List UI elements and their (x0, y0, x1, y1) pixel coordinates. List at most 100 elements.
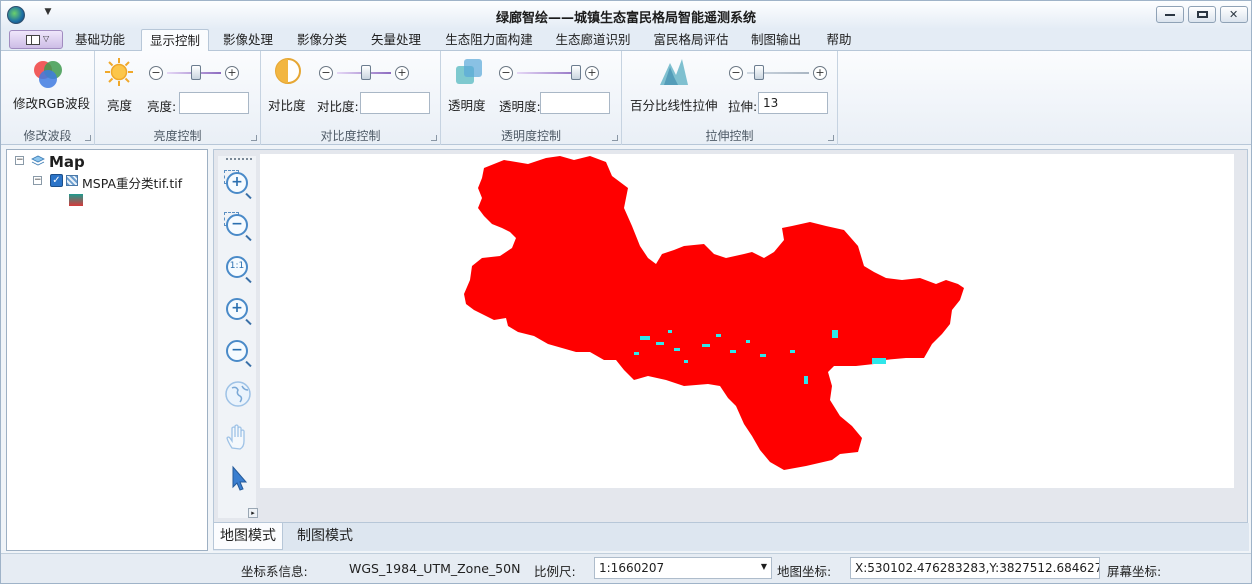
screen-coordinates-label: 屏幕坐标: (1107, 564, 1162, 579)
tab-help[interactable]: 帮助 (817, 29, 861, 51)
rgb-bands-button[interactable]: 修改RGB波段 (5, 53, 91, 125)
tab-image-processing[interactable]: 影像处理 (217, 29, 279, 51)
rgb-circles-icon (34, 61, 62, 88)
map-root-label[interactable]: Map (49, 153, 85, 171)
tab-resistance-surface[interactable]: 生态阻力面构建 (438, 29, 540, 51)
raster-layer-icon (66, 175, 78, 186)
water-patch (746, 340, 750, 343)
tab-basic[interactable]: 基础功能 (69, 29, 131, 51)
layer-legend-swatch (69, 194, 83, 206)
maximize-button[interactable] (1188, 6, 1216, 23)
contrast-button[interactable]: 对比度 (265, 55, 313, 113)
zoom-in-icon: + (226, 172, 248, 194)
mspa-raster-layer (464, 156, 964, 470)
scale-value: 1:1660207 (599, 561, 665, 575)
collapse-toggle-icon[interactable]: − (15, 156, 24, 165)
layer-tree-panel: − Map − ✓ MSPA重分类tif.tif (6, 149, 208, 551)
increase-icon[interactable]: + (395, 66, 409, 80)
decrease-icon[interactable]: − (499, 66, 513, 80)
zoom-actual-size-icon: 1:1 (226, 256, 248, 278)
transparency-input[interactable] (540, 92, 610, 114)
tab-display-control[interactable]: 显示控制 (141, 29, 209, 52)
transparency-icon (456, 59, 482, 84)
brightness-field-label: 亮度: (147, 99, 177, 114)
box-zoom-out-tool[interactable]: − (224, 212, 252, 240)
ribbon-tab-bar: ▽ 基础功能 显示控制 影像处理 影像分类 矢量处理 生态阻力面构建 生态廊道识… (1, 29, 1251, 52)
dialog-launcher-icon[interactable] (431, 135, 437, 141)
stretch-input[interactable]: 13 (758, 92, 828, 114)
percent-stretch-label: 百分比线性拉伸 (630, 98, 718, 113)
slider-thumb[interactable] (571, 65, 581, 80)
minimize-icon (1165, 14, 1175, 16)
decrease-icon[interactable]: − (729, 66, 743, 80)
transparency-button[interactable]: 透明度 (445, 55, 493, 113)
brightness-slider[interactable]: − + (149, 65, 239, 81)
tab-layout-mode[interactable]: 制图模式 (291, 523, 359, 550)
water-patch (730, 350, 736, 353)
decrease-icon[interactable]: − (149, 66, 163, 80)
group-label: 对比度控制 (320, 129, 381, 143)
decrease-icon[interactable]: − (319, 66, 333, 80)
box-zoom-in-tool[interactable]: + (224, 170, 252, 198)
tab-map-output[interactable]: 制图输出 (745, 29, 807, 51)
contrast-input[interactable] (360, 92, 430, 114)
raster-red-region (464, 156, 964, 470)
water-patch (872, 358, 886, 364)
tab-map-mode[interactable]: 地图模式 (213, 523, 283, 550)
document-icon (26, 35, 40, 45)
dialog-launcher-icon[interactable] (251, 135, 257, 141)
close-button[interactable]: ✕ (1220, 6, 1248, 23)
stretch-field-label: 拉伸: (728, 99, 758, 114)
slider-thumb[interactable] (753, 65, 764, 80)
water-patch (668, 330, 672, 333)
water-patch (832, 330, 838, 338)
layer-name-label[interactable]: MSPA重分类tif.tif (82, 173, 182, 192)
select-tool[interactable] (224, 464, 252, 492)
close-icon: ✕ (1229, 8, 1239, 21)
contrast-slider[interactable]: − + (319, 65, 409, 81)
water-patch (804, 376, 808, 384)
contrast-field-label: 对比度: (317, 99, 359, 114)
map-canvas[interactable] (260, 154, 1234, 488)
dialog-launcher-icon[interactable] (612, 135, 618, 141)
increase-icon[interactable]: + (585, 66, 599, 80)
stretch-slider[interactable]: − + (729, 65, 827, 81)
increase-icon[interactable]: + (225, 66, 239, 80)
chevron-down-icon: ▼ (760, 562, 767, 571)
slider-thumb[interactable] (191, 65, 202, 80)
layer-visibility-checkbox[interactable]: ✓ (50, 174, 63, 187)
actual-scale-tool[interactable]: 1:1 (224, 254, 252, 282)
tab-corridor-identification[interactable]: 生态廊道识别 (549, 29, 637, 51)
tab-vector-processing[interactable]: 矢量处理 (365, 29, 427, 51)
brightness-input[interactable] (179, 92, 249, 114)
brightness-button[interactable]: 亮度 (101, 55, 137, 113)
water-patch (656, 342, 664, 345)
sun-icon (105, 58, 133, 86)
brightness-button-label: 亮度 (107, 98, 133, 113)
minimize-button[interactable] (1156, 6, 1184, 23)
status-bar: 坐标系信息: WGS_1984_UTM_Zone_50N 比例尺: 1:1660… (1, 553, 1251, 583)
increase-icon[interactable]: + (813, 66, 827, 80)
dialog-launcher-icon[interactable] (85, 135, 91, 141)
tab-pattern-evaluation[interactable]: 富民格局评估 (647, 29, 735, 51)
map-toolbar: + − 1:1 + − ▸ (218, 156, 258, 518)
fixed-zoom-out-tool[interactable]: − (224, 338, 252, 366)
collapse-toggle-icon[interactable]: − (33, 176, 42, 185)
toolbar-scroll-button[interactable]: ▸ (248, 508, 258, 518)
application-menu-button[interactable]: ▽ (9, 30, 63, 49)
full-extent-tool[interactable] (224, 380, 252, 408)
percent-stretch-button[interactable]: 百分比线性拉伸 (626, 55, 722, 113)
zoom-out-icon: − (226, 340, 248, 362)
scale-dropdown[interactable]: 1:1660207 ▼ (594, 557, 772, 579)
slider-thumb[interactable] (361, 65, 372, 80)
map-view[interactable]: + − 1:1 + − ▸ (213, 149, 1248, 523)
tab-image-classification[interactable]: 影像分类 (291, 29, 353, 51)
toolbar-grip[interactable] (226, 158, 252, 160)
group-label: 拉伸控制 (705, 129, 754, 143)
transparency-slider[interactable]: − + (499, 65, 599, 81)
dialog-launcher-icon[interactable] (828, 135, 834, 141)
crs-label: 坐标系信息: (241, 564, 308, 579)
fixed-zoom-in-tool[interactable]: + (224, 296, 252, 324)
pan-tool[interactable] (224, 422, 252, 450)
globe-icon (225, 381, 251, 407)
